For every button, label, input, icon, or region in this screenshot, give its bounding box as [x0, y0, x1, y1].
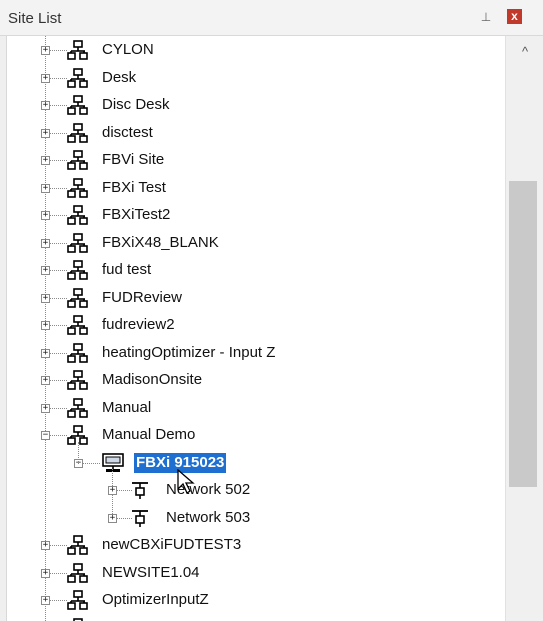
- tree-branch-line: [78, 441, 79, 464]
- network-node[interactable]: + Network 503: [0, 505, 500, 531]
- site-network-icon: [67, 232, 89, 253]
- expand-toggle-icon[interactable]: +: [41, 376, 50, 385]
- expand-toggle-icon[interactable]: +: [41, 568, 50, 578]
- site-label: FBXi Test: [102, 178, 166, 196]
- site-network-icon: [67, 342, 89, 363]
- site-label: MadisonOnsite: [102, 371, 203, 388]
- site-label: FBXiX48_BLANK: [102, 233, 219, 251]
- expand-toggle-icon[interactable]: +: [41, 541, 50, 550]
- site-node[interactable]: + FUDReview: [0, 285, 500, 311]
- site-label: CYLON: [102, 41, 154, 58]
- site-node[interactable]: + fudreview2: [0, 312, 500, 338]
- site-label: FBVi Site: [102, 151, 165, 168]
- expand-toggle-icon[interactable]: +: [41, 73, 50, 83]
- site-tree[interactable]: + CYLON + Desk + Disc Desk + disctest + FBVi Site…: [0, 36, 505, 621]
- site-label: heatingOptimizer - Input Z: [102, 343, 276, 361]
- scrollbar-thumb[interactable]: [509, 181, 537, 487]
- network-node[interactable]: + Network 502: [0, 477, 500, 503]
- site-label: newCBXiFUDTEST3: [102, 536, 242, 553]
- site-node[interactable]: − Manual Demo: [0, 422, 500, 448]
- site-network-icon: [67, 370, 89, 390]
- site-label: Manual Demo: [102, 426, 196, 443]
- network-icon: [131, 480, 149, 500]
- vertical-scrollbar[interactable]: ^: [505, 36, 543, 621]
- site-label: FUDReview: [102, 288, 183, 306]
- site-label: fudreview2: [102, 316, 175, 333]
- site-network-icon: [67, 122, 89, 143]
- site-label: FBXiTest2: [102, 206, 171, 223]
- expand-toggle-icon[interactable]: +: [41, 128, 50, 138]
- site-network-icon: [67, 177, 89, 198]
- site-label: Desk: [102, 68, 137, 86]
- scroll-up-button[interactable]: ^: [517, 44, 533, 60]
- site-node[interactable]: + FBXiX48_BLANK: [0, 230, 500, 256]
- site-network-icon: [67, 315, 89, 335]
- site-label: OptimizerInputZ: [102, 591, 209, 608]
- site-node[interactable]: + heatingOptimizer - Input Z: [0, 340, 500, 366]
- site-network-icon: [67, 95, 89, 115]
- expand-toggle-icon[interactable]: +: [41, 101, 50, 110]
- site-network-icon: [67, 617, 89, 621]
- expand-toggle-icon[interactable]: +: [108, 513, 117, 523]
- site-network-icon: [67, 40, 89, 60]
- site-node[interactable]: [0, 615, 500, 621]
- site-node[interactable]: + Manual: [0, 395, 500, 421]
- site-network-icon: [67, 67, 89, 88]
- expand-toggle-icon[interactable]: +: [41, 238, 50, 248]
- controller-icon: [102, 452, 124, 473]
- site-network-icon: [67, 260, 89, 280]
- site-node[interactable]: + FBXi Test: [0, 175, 500, 201]
- expand-toggle-icon[interactable]: +: [41, 293, 50, 303]
- expand-toggle-icon[interactable]: +: [41, 348, 50, 358]
- site-network-icon: [67, 590, 89, 610]
- site-node[interactable]: + disctest: [0, 120, 500, 146]
- expand-toggle-icon[interactable]: +: [108, 486, 117, 495]
- site-node[interactable]: + Disc Desk: [0, 92, 500, 118]
- site-label: Disc Desk: [102, 96, 170, 113]
- site-label: NEWSITE1.04: [102, 563, 200, 581]
- panel-title-bar: Site List ⊥ x: [0, 0, 543, 36]
- site-node[interactable]: + Desk: [0, 65, 500, 91]
- expand-toggle-icon[interactable]: +: [41, 211, 50, 220]
- site-node[interactable]: + NEWSITE1.04: [0, 560, 500, 586]
- expand-toggle-icon[interactable]: +: [41, 403, 50, 413]
- expand-toggle-icon[interactable]: +: [41, 46, 50, 55]
- site-label: disctest: [102, 123, 153, 141]
- site-network-icon: [67, 562, 89, 583]
- site-network-icon: [67, 205, 89, 225]
- site-label: Manual: [102, 398, 152, 416]
- site-node[interactable]: + MadisonOnsite: [0, 367, 500, 393]
- site-list-panel: Site List ⊥ x + CYLON + Desk + Disc Desk + disc…: [0, 0, 543, 621]
- site-node[interactable]: + FBXiTest2: [0, 202, 500, 228]
- mouse-cursor-icon: [177, 469, 195, 494]
- expand-toggle-icon[interactable]: +: [41, 183, 50, 193]
- site-network-icon: [67, 535, 89, 555]
- device-node[interactable]: − FBXi 915023: [0, 450, 500, 476]
- expand-toggle-icon[interactable]: +: [41, 156, 50, 165]
- site-node[interactable]: + newCBXiFUDTEST3: [0, 532, 500, 558]
- expand-toggle-icon[interactable]: +: [41, 266, 50, 275]
- panel-title: Site List: [8, 10, 62, 27]
- network-label: Network 503: [166, 508, 251, 526]
- site-network-icon: [67, 397, 89, 418]
- expand-toggle-icon[interactable]: +: [41, 321, 50, 330]
- close-button[interactable]: x: [507, 9, 522, 24]
- site-node[interactable]: + FBVi Site: [0, 147, 500, 173]
- pin-icon[interactable]: ⊥: [478, 7, 494, 27]
- site-label: fud test: [102, 261, 152, 278]
- collapse-toggle-icon[interactable]: −: [41, 431, 50, 440]
- expand-toggle-icon[interactable]: +: [41, 596, 50, 605]
- site-network-icon: [67, 287, 89, 308]
- site-node[interactable]: + OptimizerInputZ: [0, 587, 500, 613]
- site-network-icon: [67, 150, 89, 170]
- site-node[interactable]: + fud test: [0, 257, 500, 283]
- network-icon: [131, 508, 149, 528]
- site-node[interactable]: + CYLON: [0, 37, 500, 63]
